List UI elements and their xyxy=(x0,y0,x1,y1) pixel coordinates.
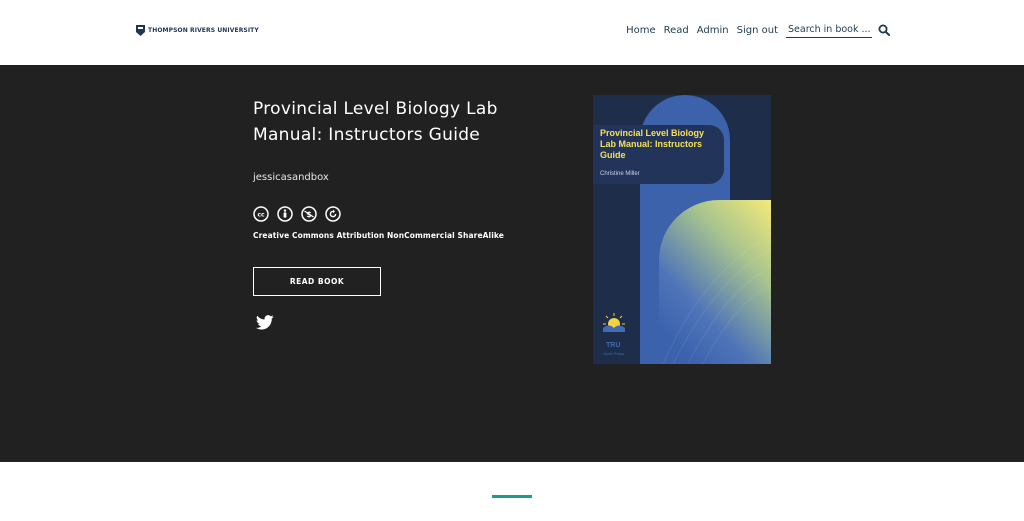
attribution-icon xyxy=(277,206,293,222)
license-text: Creative Commons Attribution NonCommerci… xyxy=(253,231,504,240)
cover-publisher-name: Open Press xyxy=(603,351,625,356)
nav-home[interactable]: Home xyxy=(626,25,656,36)
read-book-button[interactable]: READ BOOK xyxy=(253,267,381,296)
search-input[interactable] xyxy=(786,22,872,38)
twitter-icon[interactable] xyxy=(256,315,274,330)
nav-sign-out[interactable]: Sign out xyxy=(737,25,778,36)
logo-text: THOMPSON RIVERS UNIVERSITY xyxy=(148,27,259,34)
search-icon[interactable] xyxy=(878,24,890,36)
cover-author: Christine Miller xyxy=(600,171,640,177)
main-nav: Home Read Admin Sign out xyxy=(618,22,890,38)
cover-publisher-logo-text: TRU xyxy=(606,342,621,349)
svg-text:cc: cc xyxy=(257,212,265,219)
sharealike-icon xyxy=(325,206,341,222)
section-divider xyxy=(492,495,532,498)
book-cover[interactable]: Provincial Level Biology Lab Manual: Ins… xyxy=(593,95,771,364)
license-icons: cc $ xyxy=(253,206,341,222)
tru-shield-icon xyxy=(136,25,145,36)
nav-read[interactable]: Read xyxy=(664,25,689,36)
search-form xyxy=(786,22,890,38)
book-title: Provincial Level Biology Lab Manual: Ins… xyxy=(253,99,498,145)
cover-title: Provincial Level Biology Lab Manual: Ins… xyxy=(600,128,705,160)
nav-admin[interactable]: Admin xyxy=(697,25,729,36)
cc-icon: cc xyxy=(253,206,269,222)
noncommercial-icon: $ xyxy=(301,206,317,222)
top-navigation-bar: THOMPSON RIVERS UNIVERSITY Home Read Adm… xyxy=(0,0,1024,65)
book-author: jessicasandbox xyxy=(253,172,329,183)
site-logo[interactable]: THOMPSON RIVERS UNIVERSITY xyxy=(136,25,259,36)
